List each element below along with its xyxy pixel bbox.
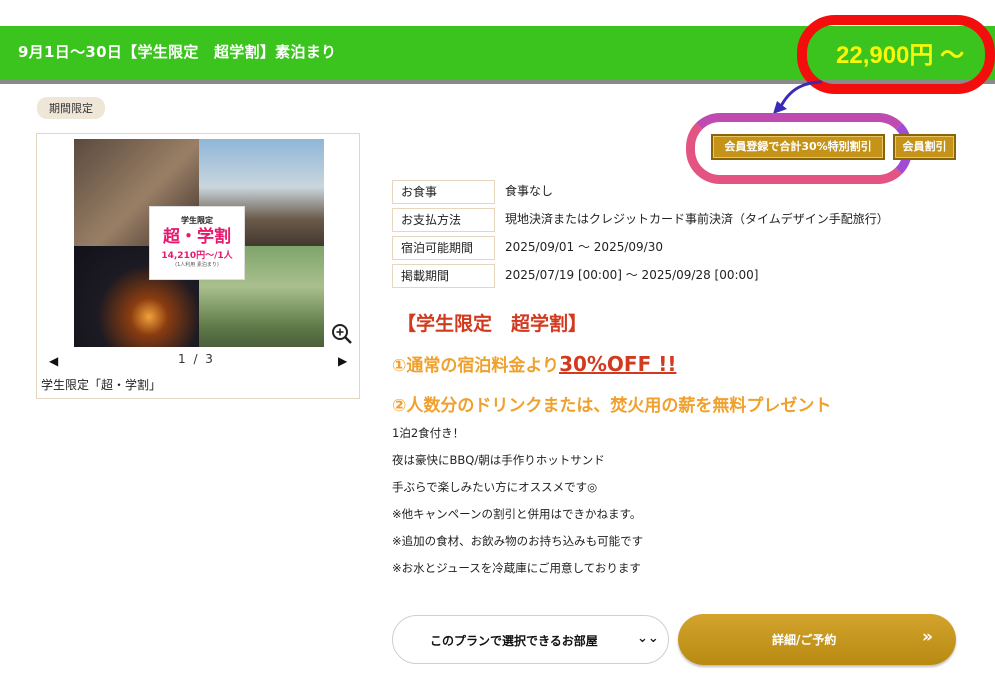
gallery-caption: 学生限定「超・学割」 (41, 378, 162, 392)
description-line: ※追加の食材、お飲み物のお持ち込みも可能です (392, 534, 644, 548)
info-key: 掲載期間 (392, 264, 495, 288)
info-key: お食事 (392, 180, 495, 204)
benefit-1-text: ①通常の宿泊料金より (392, 356, 560, 376)
arrow-left-icon[interactable]: ◀ (49, 354, 58, 368)
promo-line-3: 14,210円～/1人 (161, 251, 233, 261)
rooms-button-label: このプランで選択できるお部屋 (430, 634, 598, 648)
promo-card: 学生限定 超・学割 14,210円～/1人 (1人利用 素泊まり) (149, 206, 245, 280)
info-value: 現地決済またはクレジットカード事前決済（タイムデザイン手配旅行） (505, 212, 889, 226)
info-value: 2025/07/19 [00:00] ～ 2025/09/28 [00:00] (505, 268, 759, 282)
benefit-1-discount: 30%OFF !! (559, 352, 677, 376)
promo-line-2: 超・学割 (163, 227, 231, 247)
plan-price: 22,900円 ～ (836, 42, 965, 69)
arrow-right-icon[interactable]: ▶ (338, 354, 347, 368)
info-value: 食事なし (505, 184, 554, 198)
description-line: 手ぶらで楽しみたい方にオススメです◎ (392, 480, 598, 494)
chevron-double-down-icon: ⌄⌄ (637, 631, 659, 646)
reserve-button[interactable]: 詳細/ご予約 » (678, 614, 956, 665)
plan-headline: 【学生限定 超学割】 (397, 313, 588, 335)
info-key: お支払方法 (392, 208, 495, 232)
promo-line-4: (1人利用 素泊まり) (175, 262, 219, 268)
rooms-button[interactable]: このプランで選択できるお部屋 ⌄⌄ (392, 615, 669, 664)
description-line: ※他キャンペーンの割引と併用はできかねます。 (392, 507, 642, 521)
gallery-image[interactable]: 学生限定 超・学割 14,210円～/1人 (1人利用 素泊まり) (74, 139, 324, 347)
member-discount-button[interactable]: 会員割引 (893, 134, 956, 160)
gallery-pager: 1 / 3 (178, 352, 215, 366)
plan-description: 1泊2食付き！ 夜は豪快にBBQ/朝は手作りホットサンド 手ぶらで楽しみたい方に… (392, 425, 643, 587)
description-line: ※お水とジュースを冷蔵庫にご用意しております (392, 561, 641, 575)
limited-time-badge: 期間限定 (37, 97, 105, 119)
reserve-button-label: 詳細/ご予約 (772, 633, 837, 647)
benefit-2: ②人数分のドリンクまたは、焚火用の薪を無料プレゼント (392, 396, 832, 416)
photo-gallery: 学生限定 超・学割 14,210円～/1人 (1人利用 素泊まり) ◀ 1 / … (36, 133, 360, 399)
info-value: 2025/09/01 ～ 2025/09/30 (505, 240, 663, 254)
description-line: 夜は豪快にBBQ/朝は手作りホットサンド (392, 453, 605, 467)
info-key: 宿泊可能期間 (392, 236, 495, 260)
promo-line-1: 学生限定 (181, 216, 213, 225)
description-line: 1泊2食付き！ (392, 426, 465, 440)
chevron-double-right-icon: » (922, 627, 933, 647)
zoom-in-icon[interactable] (331, 323, 353, 345)
plan-title: 9月1日～30日【学生限定 超学割】素泊まり (18, 43, 337, 61)
member-total-discount-button[interactable]: 会員登録で合計30%特別割引 (711, 134, 885, 160)
benefit-1: ①通常の宿泊料金より30%OFF !! (392, 351, 676, 376)
